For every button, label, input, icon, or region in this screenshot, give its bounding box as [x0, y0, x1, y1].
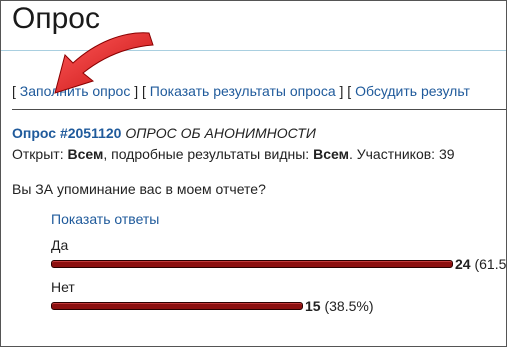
red-arrow-icon	[54, 32, 154, 94]
option-label-yes: Да	[51, 237, 69, 253]
poll-question: Вы ЗА упоминание вас в моем отчете?	[12, 181, 266, 197]
participants-label: . Участников: 39	[348, 146, 455, 162]
poll-name: ОПРОС ОБ АНОНИМНОСТИ	[125, 125, 316, 141]
details-value: Всем	[313, 146, 349, 162]
result-percent: (38.5%)	[324, 298, 374, 314]
details-label: , подробные результаты видны:	[103, 146, 310, 162]
show-answers-link[interactable]: Показать ответы	[51, 211, 159, 227]
page-frame: Опрос [ Заполнить опрос ] [ Показать рез…	[0, 0, 507, 347]
nav-bracket: [	[12, 83, 16, 99]
result-count: 15	[305, 298, 321, 314]
poll-prefix: Опрос	[12, 125, 57, 141]
poll-number[interactable]: #2051120	[60, 125, 122, 141]
open-label: Открыт:	[12, 146, 64, 162]
nav-divider	[12, 109, 506, 110]
option-label-no: Нет	[51, 279, 75, 295]
result-percent: (61.5	[474, 256, 507, 272]
result-bar-yes	[51, 260, 453, 268]
poll-info: Открыт: Всем, подробные результаты видны…	[12, 146, 455, 162]
result-value-yes: 24 (61.5	[455, 256, 506, 272]
result-value-no: 15 (38.5%)	[305, 298, 374, 314]
poll-heading: Опрос #2051120 ОПРОС ОБ АНОНИМНОСТИ	[12, 125, 316, 141]
show-results-link[interactable]: Показать результаты опроса	[150, 83, 336, 99]
result-bar-no	[51, 302, 303, 310]
result-bar-track	[51, 302, 453, 310]
open-value: Всем	[67, 146, 104, 162]
result-count: 24	[455, 256, 471, 272]
discuss-results-link[interactable]: Обсудить результ	[355, 83, 470, 99]
result-bar-track	[51, 260, 453, 268]
nav-separator: ] [	[335, 83, 356, 99]
